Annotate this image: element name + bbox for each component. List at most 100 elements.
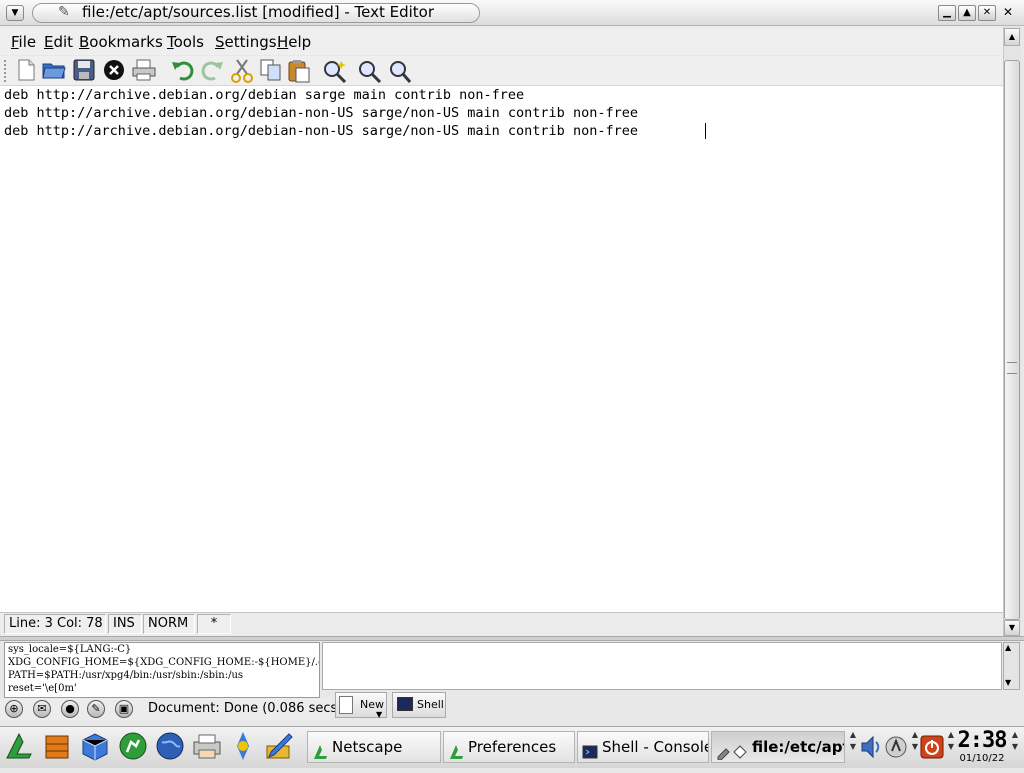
find-previous-icon[interactable]: [386, 59, 412, 83]
globe-icon[interactable]: [153, 730, 187, 764]
task-netscape[interactable]: Netscape: [307, 731, 441, 763]
close-icon: ✕: [982, 7, 992, 18]
tray-arrows-icon[interactable]: ▲ ▼: [946, 729, 956, 765]
scroll-down-icon[interactable]: ▼: [1004, 620, 1020, 636]
menu-tools[interactable]: Tools: [167, 33, 204, 51]
tray-arrows-icon[interactable]: ▲ ▼: [1010, 729, 1020, 765]
new-doc-icon: [339, 696, 353, 714]
minimize-button[interactable]: ▁: [938, 5, 956, 21]
console-line: sys_locale=${LANG:-C}: [8, 644, 132, 655]
window-title: file:/etc/apt/sources.list [modified] - …: [82, 3, 435, 21]
package-icon[interactable]: [40, 730, 74, 764]
save-icon[interactable]: [72, 59, 96, 83]
menu-tools-accel: T: [167, 33, 174, 51]
print-icon[interactable]: [131, 59, 156, 83]
mail-icon[interactable]: ✉: [33, 700, 51, 718]
composer-icon[interactable]: ✎: [87, 700, 105, 718]
maximize-button[interactable]: ▲: [958, 5, 976, 21]
scrollbar-thumb[interactable]: [1004, 60, 1020, 620]
text-input-area[interactable]: [322, 642, 1002, 690]
paste-icon[interactable]: [287, 59, 311, 83]
find-next-icon[interactable]: [357, 59, 382, 84]
maximize-icon: ▲: [963, 7, 971, 18]
toolbar-handle[interactable]: [4, 60, 10, 82]
task-preferences[interactable]: Preferences: [443, 731, 575, 763]
menu-file[interactable]: File: [11, 33, 36, 51]
pencil-icon: ✎: [58, 4, 70, 20]
klipper-icon[interactable]: [884, 735, 908, 759]
text-editor-icon: [716, 740, 748, 760]
scroll-down-icon[interactable]: ▼: [1005, 678, 1011, 687]
cursor-position: Line: 3 Col: 78: [4, 614, 106, 634]
find-icon[interactable]: [322, 59, 347, 84]
dropdown-arrow-icon: ▼: [376, 710, 383, 719]
menu-bookmarks-accel: B: [79, 33, 90, 51]
selection-mode[interactable]: NORM: [143, 614, 195, 634]
console-line: XDG_CONFIG_HOME=${XDG_CONFIG_HOME:-${HOM…: [8, 657, 320, 668]
window-menu-button[interactable]: ▼: [6, 5, 24, 21]
task-label: Preferences: [468, 738, 557, 756]
printer-icon[interactable]: [190, 730, 224, 764]
security-icon[interactable]: ▣: [115, 700, 133, 718]
menu-settings[interactable]: Settings: [215, 33, 277, 51]
close-button[interactable]: ✕: [978, 5, 996, 21]
console-preview[interactable]: sys_locale=${LANG:-C} XDG_CONFIG_HOME=${…: [4, 642, 320, 698]
task-shell-console[interactable]: Shell - Console: [577, 731, 709, 763]
tray-arrows-icon[interactable]: ▲ ▼: [848, 729, 858, 765]
kde-menu-icon[interactable]: [2, 730, 36, 764]
clock-date: 01/10/22: [959, 753, 1005, 764]
clock[interactable]: 2:38 01/10/22: [956, 729, 1008, 765]
menu-bookmarks[interactable]: Bookmarks: [79, 33, 163, 51]
editor-line[interactable]: deb http://archive.debian.org/debian-non…: [4, 122, 638, 140]
open-folder-icon[interactable]: [42, 59, 66, 83]
new-button[interactable]: New ▼: [335, 692, 387, 719]
navigator-icon[interactable]: ⊕: [5, 700, 23, 718]
kate-icon[interactable]: [262, 730, 296, 764]
menu-help-label: elp: [288, 33, 312, 51]
minimize-icon: ▁: [943, 7, 951, 18]
scroll-up-icon[interactable]: ▲: [1004, 28, 1020, 46]
shell-button-label: Shell: [417, 698, 444, 711]
panel-divider[interactable]: [0, 636, 1024, 641]
tray-arrows-icon[interactable]: ▲ ▼: [910, 729, 920, 765]
scroll-up-icon[interactable]: ▲: [1005, 643, 1011, 652]
menu-edit[interactable]: Edit: [44, 33, 73, 51]
close-doc-icon[interactable]: [102, 59, 126, 83]
menu-help[interactable]: Help: [277, 33, 311, 51]
task-label: Shell - Console: [602, 738, 709, 756]
insert-mode[interactable]: INS: [108, 614, 142, 634]
file-manager-icon[interactable]: [78, 730, 112, 764]
news-icon[interactable]: ●: [61, 700, 79, 718]
modified-indicator: *: [197, 614, 231, 634]
close-all-icon[interactable]: ✕: [1003, 5, 1017, 21]
document-status: Document: Done (0.086 secs): [148, 701, 343, 716]
logout-icon[interactable]: [920, 735, 944, 759]
shell-button[interactable]: Shell: [392, 692, 446, 718]
menu-file-accel: F: [11, 33, 19, 51]
editor-line[interactable]: deb http://archive.debian.org/debian sar…: [4, 86, 524, 104]
scrollbar-grip: [1007, 362, 1017, 374]
text-editor-area[interactable]: [0, 86, 1003, 612]
task-label: file:/etc/apt/s: [752, 738, 844, 756]
terminal-icon: [582, 740, 598, 758]
terminal-icon: [397, 697, 413, 711]
chevron-down-icon: ▼: [11, 8, 19, 18]
editor-line[interactable]: deb http://archive.debian.org/debian-non…: [4, 104, 638, 122]
clock-time: 2:38: [957, 728, 1008, 753]
task-text-editor[interactable]: file:/etc/apt/s: [711, 731, 845, 763]
menu-settings-label: ettings: [224, 33, 277, 51]
text-cursor: [705, 123, 706, 139]
network-icon[interactable]: [116, 730, 150, 764]
undo-icon[interactable]: [171, 59, 195, 83]
konqueror-icon[interactable]: [226, 730, 260, 764]
console-line: PATH=$PATH:/usr/xpg4/bin:/usr/sbin:/sbin…: [8, 670, 244, 681]
netscape-icon: [312, 740, 328, 759]
volume-icon[interactable]: [860, 733, 882, 761]
task-label: Netscape: [332, 738, 403, 756]
redo-icon[interactable]: [200, 59, 224, 83]
new-file-icon[interactable]: [14, 59, 38, 83]
copy-icon[interactable]: [259, 59, 283, 83]
cut-icon[interactable]: [230, 59, 254, 83]
preferences-icon: [448, 740, 464, 759]
menu-help-accel: H: [277, 33, 289, 51]
